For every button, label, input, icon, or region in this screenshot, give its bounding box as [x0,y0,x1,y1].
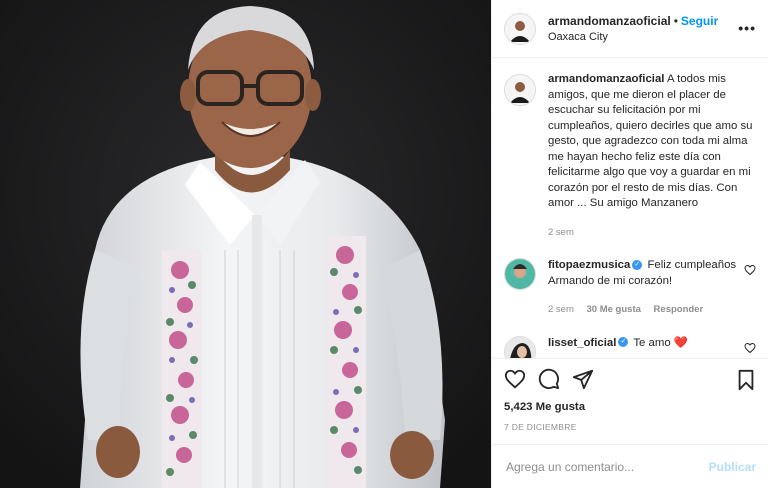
verified-icon: ✓ [632,259,643,270]
add-comment-bar: Publicar [492,444,768,488]
comment-item: fitopaezmusica ✓ Feliz cumpleaños Armando… [504,258,756,318]
comment-input[interactable] [504,458,709,475]
caption-username[interactable]: armandomanzaoficial [548,73,664,85]
post-side-panel: armandomanzaoficial • Seguir Oaxaca City •… [491,0,768,488]
commenter-avatar[interactable] [504,335,536,358]
share-icon[interactable] [572,368,594,390]
caption-text: A todos mis amigos, que me dieron el pla… [548,73,753,209]
caption-age[interactable]: 2 sem [548,227,574,238]
comment-text: Te amo [633,336,671,349]
bookmark-icon[interactable] [736,369,756,391]
comment-like-heart-icon[interactable] [744,264,756,276]
comment-icon[interactable] [538,368,560,390]
post-location[interactable]: Oaxaca City [548,29,718,45]
likes-count[interactable]: 5,423 Me gusta [492,398,768,416]
post-date[interactable]: 7 DE DICIEMBRE [492,416,768,444]
heart-icon[interactable] [504,368,526,390]
verified-icon: ✓ [618,337,629,348]
post-actions [492,358,768,398]
red-heart-emoji: ❤️ [673,336,689,349]
comment-username[interactable]: fitopaezmusica [548,259,630,271]
post-caption: armandomanzaoficial A todos mis amigos, … [504,72,756,240]
comment-likes[interactable]: 30 Me gusta [587,304,641,315]
more-icon[interactable]: ••• [738,20,756,36]
comment-item: lisset_oficial ✓ Te amo ❤️ [504,335,756,358]
portrait-illustration [0,0,491,488]
comments-list[interactable]: armandomanzaoficial A todos mis amigos, … [492,58,768,358]
author-username[interactable]: armandomanzaoficial [548,14,671,28]
post-header: armandomanzaoficial • Seguir Oaxaca City •… [492,0,768,58]
caption-avatar[interactable] [504,74,536,106]
author-avatar[interactable] [504,12,536,45]
publish-button[interactable]: Publicar [709,460,756,474]
follow-button[interactable]: Seguir [681,14,718,28]
comment-age[interactable]: 2 sem [548,304,574,315]
post-photo[interactable] [0,0,491,488]
separator-dot: • [673,13,678,28]
reply-button[interactable]: Responder [654,304,704,315]
commenter-avatar[interactable] [504,258,536,290]
instagram-post: armandomanzaoficial • Seguir Oaxaca City •… [0,0,768,488]
comment-username[interactable]: lisset_oficial [548,337,616,349]
comment-like-heart-icon[interactable] [744,342,756,354]
